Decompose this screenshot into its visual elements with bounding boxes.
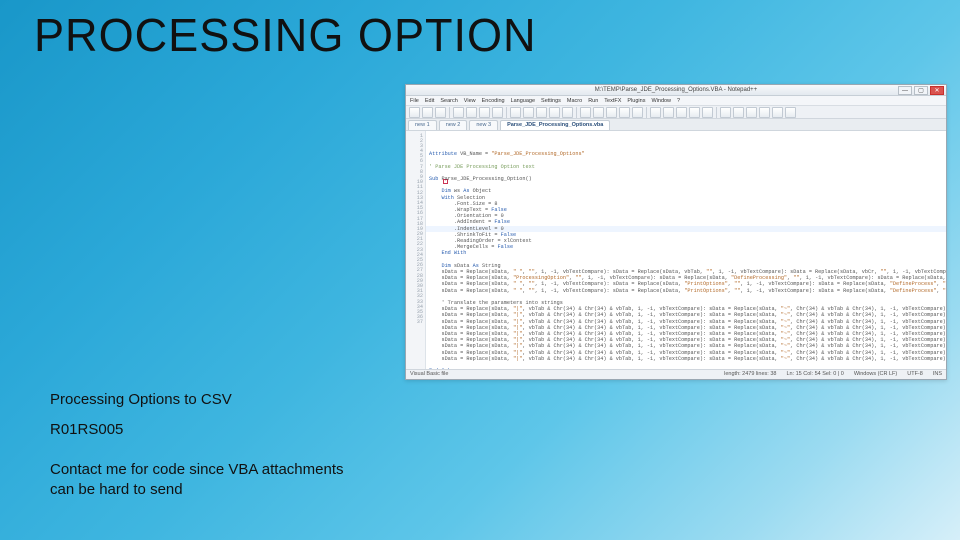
toolbar-button[interactable]: [523, 107, 534, 118]
tab-parse-jde-processing-options-vba[interactable]: Parse_JDE_Processing_Options.vba: [500, 120, 610, 130]
menu-run[interactable]: Run: [588, 98, 598, 104]
toolbar-button[interactable]: [619, 107, 630, 118]
minimize-button[interactable]: —: [898, 86, 912, 95]
toolbar-button[interactable]: [580, 107, 591, 118]
menu-?[interactable]: ?: [677, 98, 680, 104]
menu-view[interactable]: View: [464, 98, 476, 104]
editor-tabstrip: new 1new 2new 3Parse_JDE_Processing_Opti…: [406, 119, 946, 130]
status-eol: Windows (CR LF): [854, 371, 897, 377]
maximize-button[interactable]: ▢: [914, 86, 928, 95]
toolbar-button[interactable]: [606, 107, 617, 118]
toolbar-button[interactable]: [785, 107, 796, 118]
toolbar-button[interactable]: [492, 107, 503, 118]
toolbar-button[interactable]: [676, 107, 687, 118]
contact-note: Contact me for code since VBA attachment…: [50, 460, 370, 501]
toolbar-button[interactable]: [746, 107, 757, 118]
line-gutter: 1234567891011121314151617181920212223242…: [406, 131, 426, 369]
editor-titlebar: M:\TEMP\Parse_JDE_Processing_Options.VBA…: [406, 85, 946, 96]
toolbar-button[interactable]: [759, 107, 770, 118]
menu-macro[interactable]: Macro: [567, 98, 582, 104]
subtitle-csv: Processing Options to CSV: [50, 390, 232, 410]
editor-body: 1234567891011121314151617181920212223242…: [406, 131, 946, 369]
report-id: R01RS005: [50, 420, 123, 440]
menu-plugins[interactable]: Plugins: [627, 98, 645, 104]
toolbar-button[interactable]: [689, 107, 700, 118]
status-cursor: Ln: 15 Col: 54 Sel: 0 | 0: [786, 371, 843, 377]
toolbar-button[interactable]: [453, 107, 464, 118]
toolbar-button[interactable]: [479, 107, 490, 118]
menu-file[interactable]: File: [410, 98, 419, 104]
toolbar-button[interactable]: [593, 107, 604, 118]
status-filetype: Visual Basic file: [410, 371, 448, 377]
menu-edit[interactable]: Edit: [425, 98, 434, 104]
menu-search[interactable]: Search: [440, 98, 457, 104]
toolbar-button[interactable]: [632, 107, 643, 118]
tab-new-1[interactable]: new 1: [408, 120, 437, 130]
toolbar-button[interactable]: [702, 107, 713, 118]
toolbar-button[interactable]: [409, 107, 420, 118]
toolbar-button[interactable]: [549, 107, 560, 118]
toolbar-separator: [646, 107, 647, 118]
toolbar-button[interactable]: [772, 107, 783, 118]
toolbar-separator: [716, 107, 717, 118]
toolbar-button[interactable]: [510, 107, 521, 118]
toolbar-button[interactable]: [466, 107, 477, 118]
menu-encoding[interactable]: Encoding: [482, 98, 505, 104]
toolbar-button[interactable]: [650, 107, 661, 118]
close-button[interactable]: ✕: [930, 86, 944, 95]
editor-menubar: File Edit Search View Encoding Language Settin…: [406, 96, 946, 106]
tab-new-2[interactable]: new 2: [439, 120, 468, 130]
toolbar-separator: [449, 107, 450, 118]
toolbar-button[interactable]: [562, 107, 573, 118]
editor-toolbar: [406, 106, 946, 119]
code-area[interactable]: - Attribute VB_Name = "Parse_JDE_Process…: [426, 131, 946, 369]
page-title: PROCESSING OPTION: [34, 8, 537, 62]
editor-statusbar: Visual Basic file length: 2479 lines: 38…: [406, 369, 946, 379]
editor-title-text: M:\TEMP\Parse_JDE_Processing_Options.VBA…: [595, 87, 757, 93]
toolbar-separator: [506, 107, 507, 118]
toolbar-button[interactable]: [536, 107, 547, 118]
editor-window: M:\TEMP\Parse_JDE_Processing_Options.VBA…: [405, 84, 947, 380]
toolbar-button[interactable]: [435, 107, 446, 118]
menu-settings[interactable]: Settings: [541, 98, 561, 104]
toolbar-button[interactable]: [720, 107, 731, 118]
status-encoding: UTF-8: [907, 371, 923, 377]
menu-window[interactable]: Window: [651, 98, 671, 104]
toolbar-separator: [576, 107, 577, 118]
toolbar-button[interactable]: [422, 107, 433, 118]
status-ins: INS: [933, 371, 942, 377]
menu-language[interactable]: Language: [511, 98, 535, 104]
tab-new-3[interactable]: new 3: [469, 120, 498, 130]
slide: PROCESSING OPTION Processing Options to …: [0, 0, 960, 540]
toolbar-button[interactable]: [663, 107, 674, 118]
menu-textfx[interactable]: TextFX: [604, 98, 621, 104]
toolbar-button[interactable]: [733, 107, 744, 118]
status-length: length: 2479 lines: 38: [724, 371, 776, 377]
